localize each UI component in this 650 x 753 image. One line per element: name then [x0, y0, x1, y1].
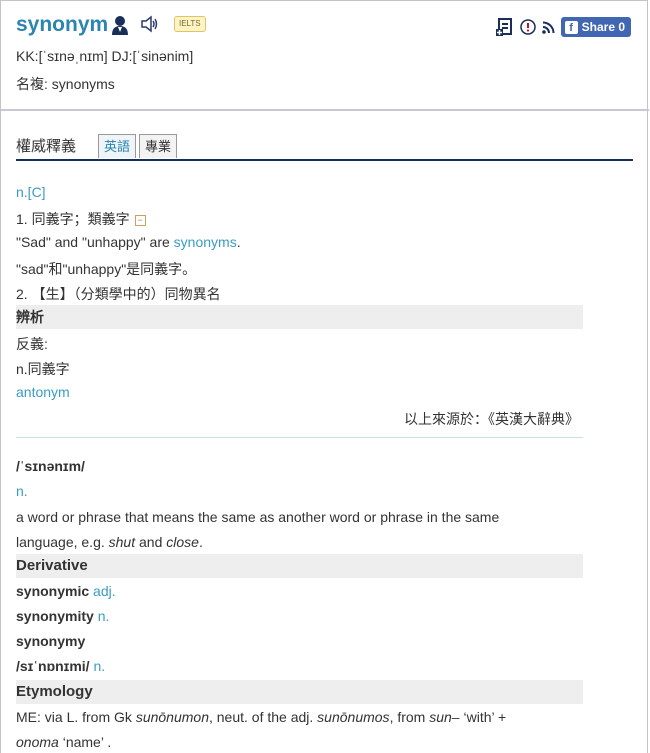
etym-text: , from — [389, 709, 430, 725]
definition-tabs: 權威釋義 英語 專業 — [16, 131, 633, 161]
analysis-header: 辨析 — [16, 305, 583, 329]
example-word-shut: shut — [108, 534, 136, 550]
derivative-phonetic-text: /sɪˈnɒnɪmi/ — [16, 658, 90, 674]
tab-english[interactable]: 英語 — [98, 134, 137, 158]
ielts-badge: IELTS — [174, 16, 206, 32]
derivative-pos: n. — [93, 608, 110, 624]
sense-1: 1. 同義字；類義字 − — [16, 209, 146, 229]
etym-text: ‘with’ + — [459, 709, 507, 725]
facebook-icon: f — [564, 20, 578, 34]
etym-text: ME: via L. from Gk — [16, 709, 136, 725]
headword: synonym — [16, 13, 109, 36]
example-punct: . — [236, 234, 241, 250]
rss-icon[interactable] — [541, 21, 555, 34]
antonym-label: 反義: — [16, 336, 48, 352]
antonym-link[interactable]: antonym — [16, 384, 70, 400]
etym-word: onoma — [16, 734, 59, 750]
plural-form: 名複: synonyms — [16, 76, 115, 92]
report-error-icon[interactable] — [519, 19, 536, 35]
derivative-word: synonymity — [16, 608, 94, 624]
toolbar-icons: f Share 0 — [495, 17, 631, 37]
collapse-icon[interactable]: − — [134, 214, 146, 226]
example-english: "Sad" and "unhappy" are synonyms. — [16, 234, 241, 250]
facebook-share-button[interactable]: f Share 0 — [560, 17, 631, 37]
share-label: Share 0 — [581, 20, 625, 34]
def-text-and: and — [135, 534, 167, 550]
sense-1-text: 1. 同義字；類義字 — [16, 211, 130, 227]
etymology-header: Etymology — [16, 680, 583, 704]
etymology-line2: onoma ‘name’ . — [16, 734, 111, 750]
example-word-close: close — [166, 534, 199, 550]
user-icon[interactable] — [111, 15, 129, 35]
def-text: language, e.g. — [16, 534, 109, 550]
add-to-wordbook-icon[interactable] — [495, 18, 514, 36]
oxford-phonetic: /ˈsɪnənɪm/ — [16, 458, 85, 474]
section-divider — [16, 437, 583, 438]
etym-word: sunōnumos — [317, 709, 390, 725]
etym-word: sunōnumon — [135, 709, 209, 725]
section-title: 權威釋義 — [16, 138, 77, 155]
dictionary-panel: synonym IELTS f Share 0 KK:[ˈsɪnəˌnɪm] D… — [0, 0, 649, 753]
example-link-synonyms[interactable]: synonyms — [174, 234, 237, 250]
source-attribution: 以上來源於：《英漢大辭典》 — [404, 411, 579, 427]
antonym-pos: n.同義字 — [16, 361, 70, 377]
derivative-phonetic: /sɪˈnɒnɪmi/ n. — [16, 658, 105, 674]
pronunciation: KK:[ˈsɪnəˌnɪm] DJ:[ˈsinənim] — [16, 48, 194, 64]
speaker-icon[interactable] — [140, 15, 160, 33]
derivative-item: synonymity n. — [16, 608, 109, 624]
etym-text: , neut. of the adj. — [208, 709, 318, 725]
derivative-item: synonymy — [16, 633, 85, 649]
derivative-header: Derivative — [16, 554, 583, 578]
derivative-word: synonymy — [16, 633, 86, 649]
oxford-pos: n. — [16, 483, 28, 499]
etym-text: ‘name’ . — [58, 734, 112, 750]
derivative-item: synonymic adj. — [16, 583, 116, 599]
sense-2: 2. 【生】（分類學中的）同物異名 — [16, 286, 221, 302]
etymology-line1: ME: via L. from Gk sunōnumon, neut. of t… — [16, 709, 506, 725]
derivative-word: synonymic — [16, 583, 90, 599]
example-chinese: "sad"和"unhappy"是同義字。 — [16, 261, 197, 277]
derivative-pos: adj. — [89, 583, 116, 599]
example-text: "Sad" and "unhappy" are — [16, 234, 174, 250]
etym-word: sun– — [429, 709, 460, 725]
oxford-definition-line1: a word or phrase that means the same as … — [16, 509, 500, 525]
part-of-speech: n.[C] — [16, 184, 46, 200]
derivative-pos: n. — [89, 658, 106, 674]
word-header: synonym IELTS f Share 0 KK:[ˈsɪnəˌnɪm] D… — [1, 1, 649, 111]
oxford-definition-line2: language, e.g. shut and close. — [16, 534, 203, 550]
tab-professional[interactable]: 專業 — [139, 134, 178, 158]
def-punct: . — [198, 534, 203, 550]
